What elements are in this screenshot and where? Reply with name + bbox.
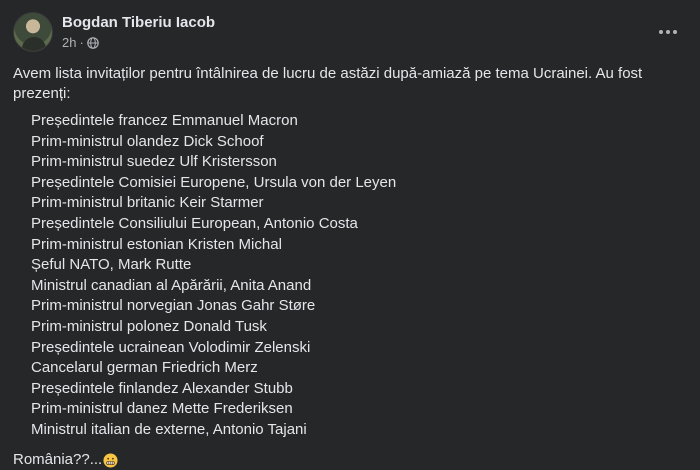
more-options-button[interactable] [652,16,684,48]
avatar[interactable] [13,12,53,52]
attendee-item: Prim-ministrul danez Mette Frederiksen [31,400,293,418]
attendee-item: Prim-ministrul olandez Dick Schoof [31,132,264,150]
attendee-item: Prim-ministrul polonez Donald Tusk [31,317,267,335]
attendee-item: Președintele francez Emmanuel Macron [31,112,298,129]
attendee-item: Președintele Comisiei Europene, Ursula v… [31,173,397,191]
post-author-name[interactable]: Bogdan Tiberiu Iacob [62,14,215,31]
globe-icon[interactable] [87,36,99,49]
post-meta: 2h · [62,35,99,50]
attendee-item: Președintele Consiliului European, Anton… [31,214,358,232]
avatar-figure [22,37,46,51]
attendee-item: Prim-ministrul britanic Keir Starmer [31,194,264,212]
post-timestamp[interactable]: 2h [62,35,76,50]
attendee-item: Ministrul canadian al Apărării, Anita An… [31,276,312,294]
more-options-icon [659,30,677,34]
attendee-item: Prim-ministrul estonian Kristen Michal [31,235,282,253]
post-intro-text: Avem lista invitaților pentru întâlnirea… [13,65,643,102]
attendee-item: Șeful NATO, Mark Rutte [31,256,192,274]
meta-separator: · [79,35,84,50]
closing-text: România??... [13,451,103,468]
attendee-list: Președintele francez Emmanuel Macron Prim… [31,111,396,441]
attendee-item: Ministrul italian de externe, Antonio Ta… [31,420,307,438]
attendee-item: Președintele ucrainean Volodimir Zelensk… [31,338,311,356]
facebook-post: Bogdan Tiberiu Iacob 2h · Avem lista inv… [0,0,700,470]
attendee-item: Președintele finlandez Alexander Stubb [31,379,293,397]
attendee-item: Prim-ministrul norvegian Jonas Gahr Stør… [31,297,316,315]
attendee-item: Cancelarul german Friedrich Merz [31,359,258,377]
attendee-item: Prim-ministrul suedez Ulf Kristersson [31,153,277,171]
post-closing: România??... [13,450,118,470]
grimacing-face-emoji-icon [103,452,118,468]
